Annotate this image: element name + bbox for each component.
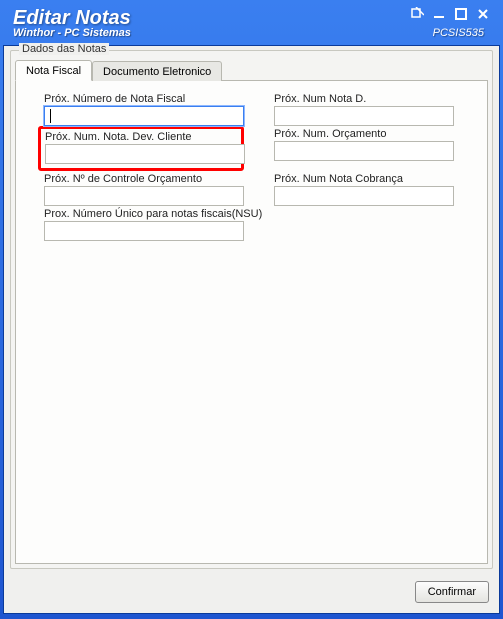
confirm-button[interactable]: Confirmar	[415, 581, 489, 603]
label-prox-num-orcamento: Próx. Num. Orçamento	[274, 128, 454, 140]
window-code: PCSIS535	[433, 27, 484, 39]
field-prox-nsu: Prox. Número Único para notas fiscais(NS…	[44, 208, 244, 241]
groupbox-legend: Dados das Notas	[19, 43, 109, 55]
tabs-row: Nota Fiscal Documento Eletronico	[15, 59, 488, 81]
field-prox-num-controle-orcamento: Próx. Nº de Controle Orçamento	[44, 173, 244, 206]
titlebar: Editar Notas Winthor - PC Sistemas PCSIS…	[3, 3, 500, 45]
groupbox-dados-notas: Dados das Notas Nota Fiscal Documento El…	[10, 50, 493, 569]
minimize-icon[interactable]	[432, 7, 448, 21]
field-prox-num-nota-cobranca: Próx. Num Nota Cobrança	[274, 173, 454, 206]
window-controls	[410, 7, 492, 21]
field-prox-num-nota-dev-cliente: Próx. Num. Nota. Dev. Cliente	[38, 126, 244, 171]
label-prox-num-controle-orcamento: Próx. Nº de Controle Orçamento	[44, 173, 244, 185]
input-prox-nsu[interactable]	[44, 221, 244, 241]
label-prox-nsu: Prox. Número Único para notas fiscais(NS…	[44, 208, 244, 220]
restore-icon[interactable]	[410, 7, 426, 21]
input-prox-num-controle-orcamento[interactable]	[44, 186, 244, 206]
client-area: Dados das Notas Nota Fiscal Documento El…	[3, 45, 500, 614]
input-prox-num-nota-dev-cliente[interactable]	[45, 144, 245, 164]
label-prox-num-nota-dev-cliente: Próx. Num. Nota. Dev. Cliente	[45, 131, 237, 143]
tab-nota-fiscal[interactable]: Nota Fiscal	[15, 60, 92, 81]
tab-page-nota-fiscal: Próx. Número de Nota Fiscal Próx. Num No…	[15, 81, 488, 564]
input-prox-num-nota-d[interactable]	[274, 106, 454, 126]
input-prox-num-nota-fiscal[interactable]	[44, 106, 244, 126]
field-prox-num-orcamento: Próx. Num. Orçamento	[274, 128, 454, 161]
window-frame: Editar Notas Winthor - PC Sistemas PCSIS…	[0, 0, 503, 619]
text-cursor	[50, 109, 51, 123]
input-prox-num-nota-cobranca[interactable]	[274, 186, 454, 206]
input-prox-num-orcamento[interactable]	[274, 141, 454, 161]
field-prox-num-nota-fiscal: Próx. Número de Nota Fiscal	[44, 93, 244, 126]
window-subtitle: Winthor - PC Sistemas	[13, 27, 131, 39]
close-icon[interactable]	[476, 7, 492, 21]
label-prox-num-nota-cobranca: Próx. Num Nota Cobrança	[274, 173, 454, 185]
maximize-icon[interactable]	[454, 7, 470, 21]
label-prox-num-nota-d: Próx. Num Nota D.	[274, 93, 454, 105]
tab-documento-eletronico[interactable]: Documento Eletronico	[92, 61, 222, 81]
field-prox-num-nota-d: Próx. Num Nota D.	[274, 93, 454, 126]
label-prox-num-nota-fiscal: Próx. Número de Nota Fiscal	[44, 93, 244, 105]
